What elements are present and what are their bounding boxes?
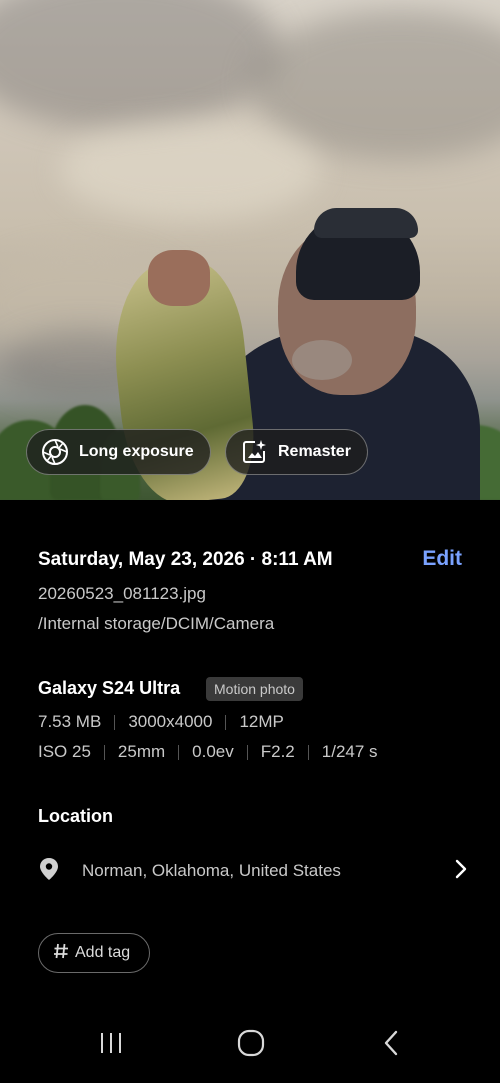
remaster-icon — [240, 438, 268, 466]
home-button[interactable] — [231, 1029, 271, 1062]
long-exposure-button[interactable]: Long exposure — [26, 429, 211, 475]
file-size: 7.53 MB — [38, 712, 102, 731]
remaster-label: Remaster — [278, 443, 351, 460]
sky-cloud — [0, 0, 280, 130]
add-tag-button[interactable]: Add tag — [38, 933, 150, 973]
chevron-right-icon[interactable] — [454, 859, 468, 884]
resolution: 3000x4000 — [128, 712, 213, 731]
divider — [225, 714, 227, 730]
device-name: Galaxy S24 Ultra — [38, 678, 181, 698]
add-tag-label: Add tag — [75, 944, 131, 961]
hash-icon — [53, 942, 69, 965]
location-row[interactable]: Norman, Oklahoma, United States — [38, 852, 468, 890]
camera-specs-row: ISO 25 25mm 0.0ev F2.2 1/247 s — [38, 742, 378, 762]
person-hand — [148, 250, 210, 306]
photo-viewer[interactable]: Long exposure Remaster — [0, 0, 500, 500]
recents-button[interactable] — [91, 1030, 131, 1060]
file-name: 20260523_081123.jpg — [38, 584, 206, 603]
location-text: Norman, Oklahoma, United States — [82, 861, 341, 880]
aperture: F2.2 — [260, 742, 295, 761]
edit-button[interactable]: Edit — [422, 547, 462, 571]
divider — [246, 744, 248, 760]
divider — [114, 714, 116, 730]
file-path: /Internal storage/DCIM/Camera — [38, 614, 275, 633]
exposure-value: 0.0ev — [192, 742, 234, 761]
long-exposure-label: Long exposure — [79, 443, 194, 460]
divider — [178, 744, 180, 760]
focal-length: 25mm — [117, 742, 166, 761]
long-exposure-icon — [41, 438, 69, 466]
divider — [103, 744, 105, 760]
sky-cloud — [60, 120, 320, 220]
file-specs-row: 7.53 MB 3000x4000 12MP — [38, 712, 284, 732]
location-pin-icon — [38, 857, 60, 886]
sunglasses — [314, 208, 418, 238]
recents-icon — [98, 1031, 124, 1060]
photo-date-time: Saturday, May 23, 2026 · 8:11 AM — [38, 549, 333, 570]
megapixels: 12MP — [239, 712, 284, 731]
motion-photo-badge: Motion photo — [206, 677, 303, 701]
back-icon — [382, 1029, 400, 1062]
divider — [307, 744, 309, 760]
person-beard — [292, 340, 352, 380]
iso-value: ISO 25 — [38, 742, 91, 761]
shutter-speed: 1/247 s — [321, 742, 378, 761]
system-nav-bar — [0, 1010, 500, 1083]
home-icon — [237, 1029, 265, 1062]
remaster-button[interactable]: Remaster — [225, 429, 368, 475]
location-heading: Location — [38, 806, 113, 826]
back-button[interactable] — [371, 1030, 411, 1060]
